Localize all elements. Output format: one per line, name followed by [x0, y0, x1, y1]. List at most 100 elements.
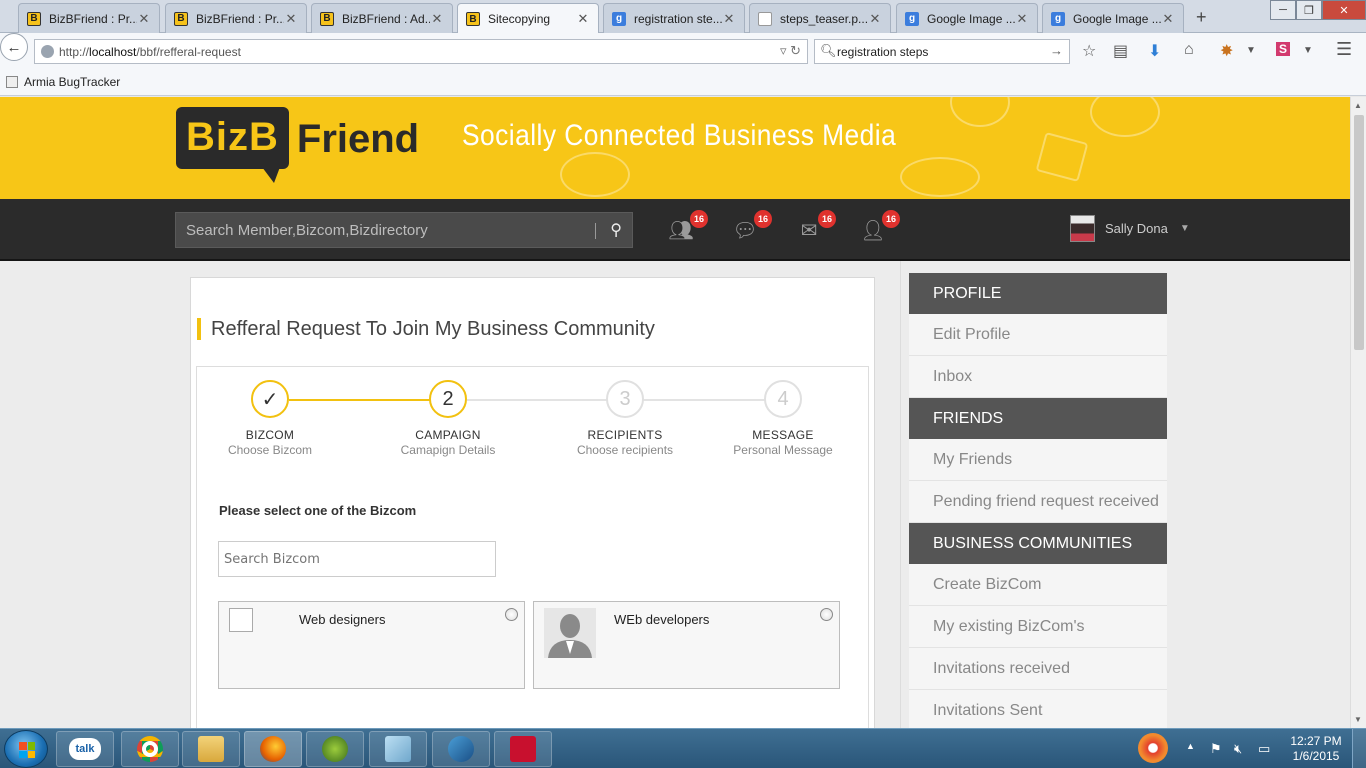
start-button[interactable] — [4, 730, 48, 768]
browser-tab[interactable]: B BizBFriend : Ad... ✕ — [311, 3, 453, 33]
close-tab-icon[interactable]: ✕ — [576, 11, 590, 27]
taskbar-chrome[interactable] — [121, 731, 179, 767]
close-tab-icon[interactable]: ✕ — [430, 11, 444, 27]
tab-label: Sitecopying — [488, 12, 551, 26]
taskbar-firefox[interactable] — [244, 731, 302, 767]
notification-badge: 16 — [818, 210, 836, 228]
step-campaign[interactable]: 2 CAMPAIGN Camapign Details — [373, 380, 523, 457]
step-number: 3 — [606, 380, 644, 418]
maximize-icon[interactable]: ❐ — [1296, 0, 1322, 20]
close-tab-icon[interactable]: ✕ — [1015, 11, 1029, 27]
scroll-down-icon[interactable]: ▼ — [1354, 715, 1362, 724]
volume-icon[interactable]: 🔇︎ — [1234, 741, 1242, 757]
search-go-icon[interactable]: → — [1050, 43, 1063, 58]
broken-image-icon — [229, 608, 253, 632]
sidebar-item-existing-bizcoms[interactable]: My existing BizCom's — [909, 606, 1167, 648]
friend-requests-icon[interactable]: 👥︎ 16 — [668, 210, 708, 242]
close-tab-icon[interactable]: ✕ — [137, 11, 151, 27]
clock-date: 1/6/2015 — [1292, 749, 1340, 763]
extension-icon[interactable]: ✸ — [1220, 41, 1233, 61]
dropdown-icon[interactable]: ▼ — [1246, 45, 1256, 56]
browser-tab[interactable]: B BizBFriend : Pr... ✕ — [18, 3, 160, 33]
user-name: Sally Dona — [1105, 221, 1168, 236]
browser-tab[interactable]: g Google Image ... ✕ — [1042, 3, 1184, 33]
search-icon[interactable]: ⚲ — [610, 220, 622, 240]
action-center-icon[interactable]: ⚑ — [1210, 741, 1222, 757]
bizcom-radio[interactable] — [820, 608, 833, 621]
bookmark-star-icon[interactable]: ☆ — [1082, 41, 1096, 61]
google-favicon-icon: g — [612, 11, 626, 26]
site-nav-bar: Search Member,Bizcom,Bizdirectory ⚲ 👥︎ 16… — [0, 199, 1350, 261]
back-icon[interactable]: ← — [0, 33, 28, 61]
bookmark-armia-bugtracker[interactable]: Armia BugTracker — [24, 75, 120, 89]
chat-icon[interactable]: 💬︎ 16 — [732, 210, 772, 242]
show-hidden-icons-icon[interactable]: ▲ — [1186, 741, 1195, 751]
minimize-icon[interactable]: ─ — [1270, 0, 1296, 20]
mail-icon[interactable]: ✉ 16 — [796, 210, 836, 242]
notification-badge: 16 — [690, 210, 708, 228]
bizcom-option[interactable]: Web designers — [218, 601, 525, 689]
sidebar-item-my-friends[interactable]: My Friends — [909, 439, 1167, 481]
sidebar-item-edit-profile[interactable]: Edit Profile — [909, 314, 1167, 356]
address-bar[interactable]: http://localhost/bbf/refferal-request ▿ … — [34, 39, 808, 64]
network-icon[interactable]: ▭ — [1258, 741, 1270, 757]
taskbar-explorer[interactable] — [182, 731, 240, 767]
tab-label: Google Image ... — [1073, 11, 1161, 26]
step-message[interactable]: 4 MESSAGE Personal Message — [708, 380, 858, 457]
bizbfriend-favicon-icon: B — [27, 11, 41, 26]
home-icon[interactable]: ⌂ — [1184, 41, 1194, 59]
site-tagline: Socially Connected Business Media — [462, 119, 897, 152]
close-tab-icon[interactable]: ✕ — [722, 11, 736, 27]
download-icon[interactable]: ⬇ — [1148, 41, 1161, 61]
close-window-icon[interactable]: ✕ — [1322, 0, 1366, 20]
sidebar-item-pending-requests[interactable]: Pending friend request received — [909, 481, 1167, 523]
dropdown-icon[interactable]: ▼ — [1303, 45, 1313, 56]
browser-tab[interactable]: g registration ste... ✕ — [603, 3, 745, 33]
close-tab-icon[interactable]: ✕ — [868, 11, 882, 27]
sidebar-section-friends: FRIENDS — [909, 398, 1167, 439]
step-recipients[interactable]: 3 RECIPIENTS Choose recipients — [550, 380, 700, 457]
taskbar-dreamweaver[interactable] — [306, 731, 364, 767]
sidebar-item-inbox[interactable]: Inbox — [909, 356, 1167, 398]
browser-tab-active[interactable]: B Sitecopying ✕ — [457, 3, 599, 34]
taskbar-notes[interactable] — [369, 731, 427, 767]
taskbar-feather-app[interactable] — [432, 731, 490, 767]
new-tab-icon[interactable]: + — [1196, 7, 1207, 28]
add-user-icon[interactable]: 👤︎ 16 — [860, 210, 900, 242]
bizcom-option[interactable]: WEb developers — [533, 601, 840, 689]
system-clock[interactable]: 12:27 PM 1/6/2015 — [1286, 734, 1346, 764]
menu-icon[interactable]: ☰ — [1336, 39, 1352, 60]
pinwheel-icon[interactable] — [1138, 733, 1168, 763]
browser-tab[interactable]: g Google Image ... ✕ — [896, 3, 1038, 33]
s-extension-icon[interactable]: S — [1276, 42, 1291, 56]
step-bizcom[interactable]: ✓ BIZCOM Choose Bizcom — [195, 380, 345, 457]
user-menu[interactable]: Sally Dona ▼ — [1070, 215, 1190, 242]
sidebar-item-invitations-received[interactable]: Invitations received — [909, 648, 1167, 690]
chevron-down-icon: ▼ — [1179, 223, 1190, 234]
browser-search-bar[interactable]: 🔍︎ registration steps → — [814, 39, 1070, 64]
browser-tab[interactable]: steps_teaser.p... ✕ — [749, 3, 891, 33]
reading-list-icon[interactable]: ▤ — [1113, 41, 1128, 61]
dreamweaver-icon — [322, 736, 348, 762]
sidebar-item-create-bizcom[interactable]: Create BizCom — [909, 564, 1167, 606]
site-logo[interactable]: BizB Friend — [176, 107, 419, 187]
page-scrollbar[interactable]: ▲ ▼ — [1350, 97, 1366, 728]
browser-tab[interactable]: B BizBFriend : Pr... ✕ — [165, 3, 307, 33]
site-header: BizB Friend Socially Connected Business … — [0, 97, 1350, 199]
close-tab-icon[interactable]: ✕ — [1161, 11, 1175, 27]
sidebar-item-invitations-sent[interactable]: Invitations Sent — [909, 690, 1167, 728]
select-bizcom-label: Please select one of the Bizcom — [219, 503, 417, 518]
site-search-input[interactable]: Search Member,Bizcom,Bizdirectory ⚲ — [175, 212, 633, 248]
taskbar-acrobat[interactable] — [494, 731, 552, 767]
bizcom-radio[interactable] — [505, 608, 518, 621]
show-desktop-button[interactable] — [1352, 729, 1366, 768]
browser-tab-bar: B BizBFriend : Pr... ✕ B BizBFriend : Pr… — [0, 0, 1366, 34]
scrollbar-thumb[interactable] — [1354, 115, 1364, 350]
close-tab-icon[interactable]: ✕ — [284, 11, 298, 27]
reload-icon[interactable]: ▿ ↻ — [780, 43, 801, 59]
search-bizcom-input[interactable] — [218, 541, 496, 577]
taskbar-gtalk[interactable]: talk — [56, 731, 114, 767]
windows-logo-icon — [19, 742, 35, 758]
clock-time: 12:27 PM — [1290, 734, 1342, 748]
scroll-up-icon[interactable]: ▲ — [1354, 101, 1362, 110]
